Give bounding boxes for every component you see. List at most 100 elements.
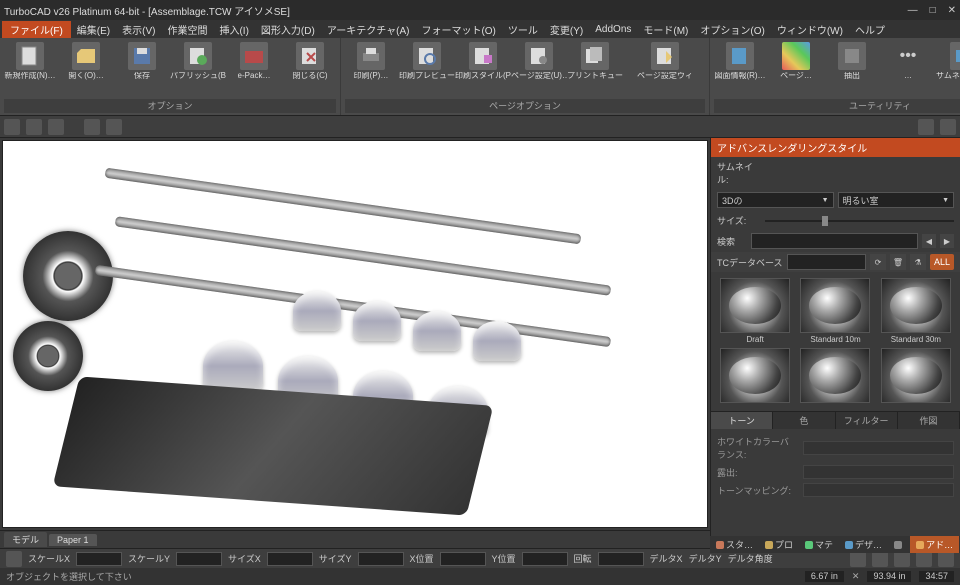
search-prev[interactable]: ◀ bbox=[922, 234, 936, 248]
db-dropdown[interactable] bbox=[787, 254, 866, 270]
db-header: TCデータベース ⟳ 🗑 ⚗ ALL bbox=[711, 252, 960, 272]
dd-preset2[interactable]: 明るい室▼ bbox=[838, 192, 955, 208]
stab-color[interactable]: 色 bbox=[773, 412, 835, 429]
mtb-tool2[interactable] bbox=[106, 119, 122, 135]
menu-format[interactable]: フォーマット(O) bbox=[415, 22, 501, 37]
ruler-lock-icon[interactable] bbox=[6, 551, 22, 567]
stab-tone[interactable]: トーン bbox=[711, 412, 773, 429]
db-filter-icon[interactable]: ⚗ bbox=[910, 254, 926, 270]
search-next[interactable]: ▶ bbox=[940, 234, 954, 248]
btab-start[interactable]: スタ… bbox=[710, 536, 759, 553]
menu-shape[interactable]: 図形入力(D) bbox=[255, 22, 321, 37]
menu-window[interactable]: ウィンドウ(W) bbox=[771, 22, 849, 37]
thumb-6[interactable] bbox=[878, 348, 954, 405]
menu-addons[interactable]: AddOns bbox=[589, 24, 637, 35]
ribbon-page-setup[interactable]: ページ設定(U)… bbox=[513, 40, 565, 83]
ribbon: 新規作成(N)… 開く(O)… 保存 パブリッシュ(B)… e-Pack… 閉じ… bbox=[0, 38, 960, 116]
db-all-button[interactable]: ALL bbox=[930, 254, 954, 270]
stab-draw[interactable]: 作図 bbox=[898, 412, 960, 429]
tab-paper1[interactable]: Paper 1 bbox=[49, 534, 97, 546]
btab-adv[interactable]: アド… bbox=[910, 536, 959, 553]
ribbon-more[interactable]: •••… bbox=[882, 40, 934, 83]
ruler-sizex-field[interactable] bbox=[267, 552, 313, 566]
side-tabs: トーン 色 フィルター 作図 bbox=[711, 411, 960, 429]
menu-mode[interactable]: モード(M) bbox=[637, 22, 694, 37]
ribbon-save[interactable]: 保存 bbox=[116, 40, 168, 83]
ruler-scalex-field[interactable] bbox=[76, 552, 122, 566]
thumb-5[interactable] bbox=[797, 348, 873, 405]
mtb-right1[interactable] bbox=[918, 119, 934, 135]
viewport-wrap: モデル Paper 1 bbox=[0, 138, 710, 548]
menu-architecture[interactable]: アーキテクチャ(A) bbox=[321, 22, 416, 37]
mtb-cursor[interactable] bbox=[4, 119, 20, 135]
ribbon-print-preview[interactable]: 印刷プレビュー(V)… bbox=[401, 40, 453, 83]
size-slider[interactable] bbox=[765, 215, 954, 227]
menu-workspace[interactable]: 作業空間 bbox=[161, 22, 213, 37]
ruler-posx: X位置 bbox=[410, 552, 434, 565]
ribbon-close[interactable]: 閉じる(C) bbox=[284, 40, 336, 83]
ruler-posx-field[interactable] bbox=[440, 552, 486, 566]
form-tm-field[interactable] bbox=[803, 483, 954, 497]
ribbon-open[interactable]: 開く(O)… bbox=[60, 40, 112, 83]
mtb-redo[interactable] bbox=[48, 119, 64, 135]
ribbon-epack[interactable]: e-Pack… bbox=[228, 40, 280, 83]
ribbon-new[interactable]: 新規作成(N)… bbox=[4, 40, 56, 83]
db-refresh-icon[interactable]: ⟳ bbox=[870, 254, 886, 270]
ribbon-page[interactable]: ページ… bbox=[770, 40, 822, 83]
ribbon-print-queue[interactable]: プリントキュー(Q)… bbox=[569, 40, 621, 83]
engine-render bbox=[3, 141, 707, 527]
ruler-scaley-field[interactable] bbox=[176, 552, 222, 566]
maximize-button[interactable]: □ bbox=[930, 5, 936, 16]
search-input[interactable] bbox=[751, 233, 918, 249]
dd-preset1[interactable]: 3Dの▼ bbox=[717, 192, 834, 208]
db-label: TCデータベース bbox=[717, 256, 783, 269]
menu-tools[interactable]: ツール bbox=[502, 22, 544, 37]
menu-modify[interactable]: 変更(Y) bbox=[544, 22, 589, 37]
ribbon-print[interactable]: 印刷(P)… bbox=[345, 40, 397, 83]
ribbon-drawing-info[interactable]: 図面情報(R)… bbox=[714, 40, 766, 83]
btab-design[interactable]: デザ… bbox=[839, 536, 888, 553]
mtb-undo[interactable] bbox=[26, 119, 42, 135]
mtb-right2[interactable] bbox=[940, 119, 956, 135]
mtb-tool1[interactable] bbox=[84, 119, 100, 135]
thumb-std10[interactable]: Standard 10m bbox=[797, 278, 873, 344]
thumb-std30[interactable]: Standard 30m bbox=[878, 278, 954, 344]
stab-filter[interactable]: フィルター bbox=[836, 412, 898, 429]
ruler-scaley: スケールY bbox=[128, 552, 170, 565]
ruler-sizey: サイズY bbox=[319, 552, 352, 565]
menu-file[interactable]: ファイル(F) bbox=[2, 21, 71, 38]
btab-pro[interactable]: プロ bbox=[759, 536, 799, 553]
viewport[interactable] bbox=[2, 140, 708, 528]
ribbon-extract[interactable]: 抽出 bbox=[826, 40, 878, 83]
form-gain-field[interactable] bbox=[803, 465, 954, 479]
form-wb-field[interactable] bbox=[803, 441, 954, 455]
menu-options[interactable]: オプション(O) bbox=[694, 22, 770, 37]
thumbnail-label: サムネイル: bbox=[717, 160, 761, 186]
btab-mat[interactable]: マテ bbox=[799, 536, 839, 553]
ribbon-print-style[interactable]: 印刷スタイル(P)… bbox=[457, 40, 509, 83]
ruler-dx: デルタX bbox=[650, 552, 683, 565]
ribbon-publish[interactable]: パブリッシュ(B)… bbox=[172, 40, 224, 83]
viewport-tabs: モデル Paper 1 bbox=[0, 530, 710, 548]
menu-help[interactable]: ヘルプ bbox=[849, 22, 891, 37]
ruler-posy-field[interactable] bbox=[522, 552, 568, 566]
btab-5[interactable] bbox=[888, 536, 910, 553]
db-delete-icon[interactable]: 🗑 bbox=[890, 254, 906, 270]
menu-view[interactable]: 表示(V) bbox=[116, 22, 161, 37]
ribbon-save-thumb[interactable]: サムネイル保存(N) bbox=[938, 40, 960, 83]
menu-edit[interactable]: 編集(E) bbox=[71, 22, 116, 37]
ribbon-page-wizard[interactable]: ページ設定ウィザード(W)… bbox=[625, 40, 705, 83]
thumb-draft[interactable]: Draft bbox=[717, 278, 793, 344]
form-gain-label: 露出: bbox=[717, 466, 797, 479]
tab-model[interactable]: モデル bbox=[4, 532, 47, 547]
side-panel: アドバンスレンダリングスタイル サムネイル: 3Dの▼ 明るい室▼ サイズ: 検… bbox=[710, 138, 960, 548]
minimize-button[interactable]: — bbox=[908, 5, 918, 16]
size-label: サイズ: bbox=[717, 214, 761, 227]
form-wb-label: ホワイトカラーバランス: bbox=[717, 435, 797, 461]
close-button[interactable]: ✕ bbox=[948, 5, 956, 16]
ruler-rot-field[interactable] bbox=[598, 552, 644, 566]
menu-insert[interactable]: 挿入(I) bbox=[213, 22, 254, 37]
main-area: モデル Paper 1 アドバンスレンダリングスタイル サムネイル: 3Dの▼ … bbox=[0, 138, 960, 548]
ruler-sizey-field[interactable] bbox=[358, 552, 404, 566]
thumb-4[interactable] bbox=[717, 348, 793, 405]
